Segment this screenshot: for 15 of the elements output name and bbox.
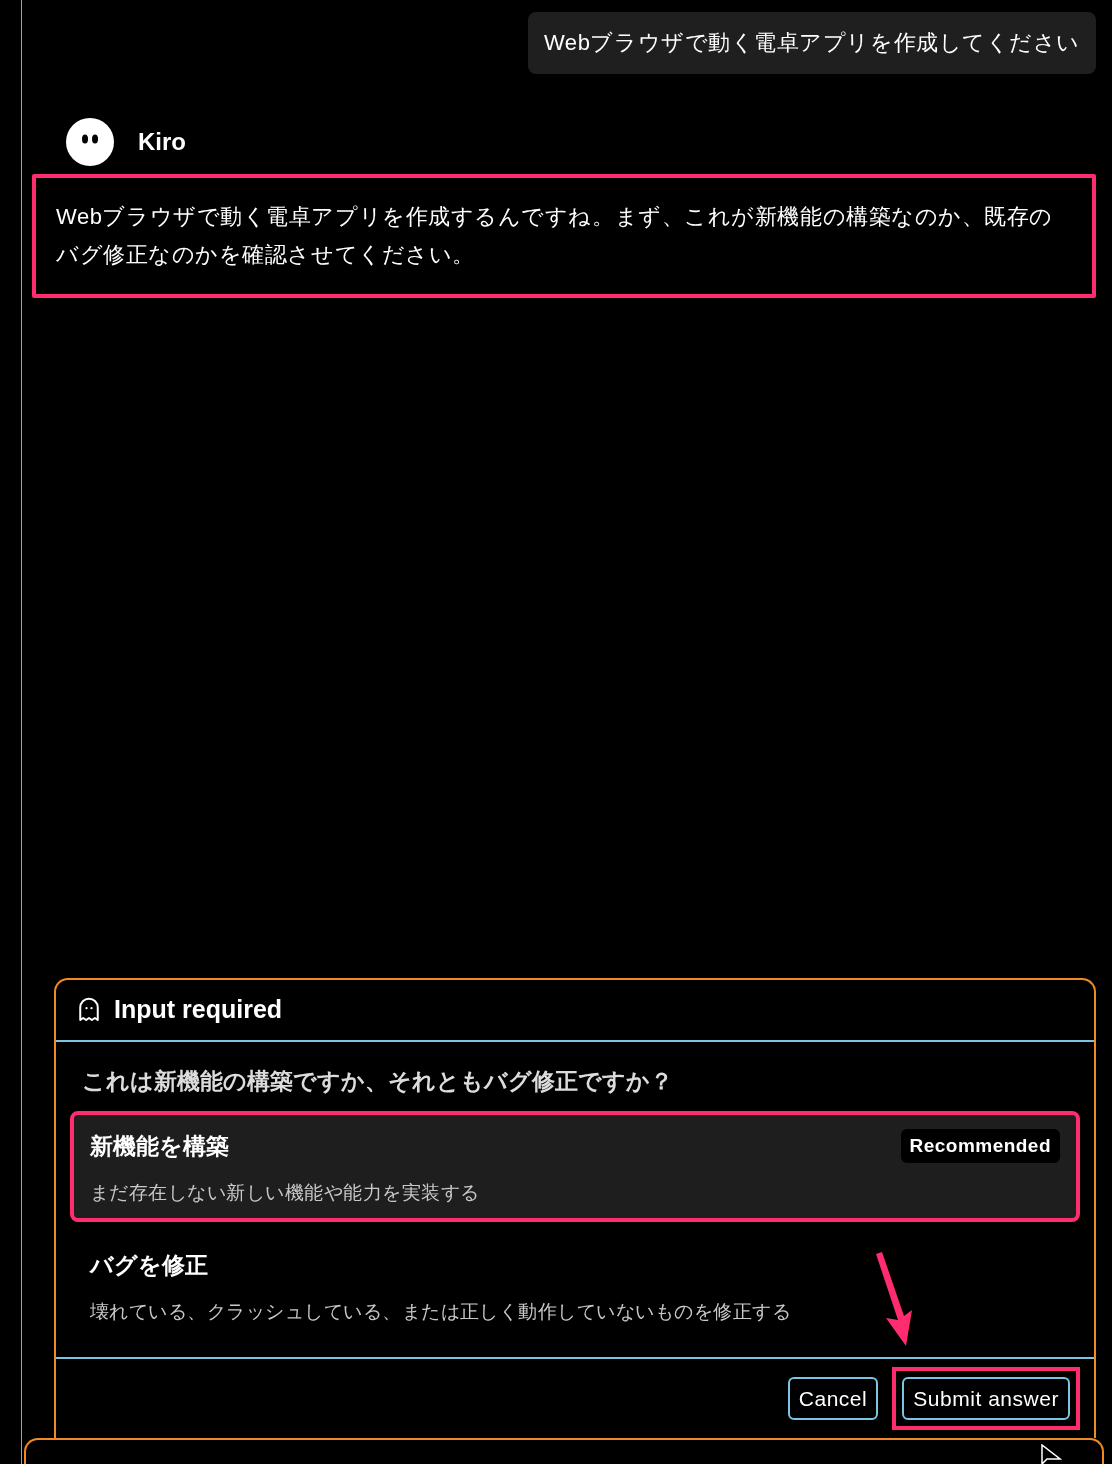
cancel-button[interactable]: Cancel	[787, 1376, 879, 1420]
option-description: 壊れている、クラッシュしている、または正しく動作していないものを修正する	[90, 1300, 793, 1324]
submit-button[interactable]: Submit answer	[902, 1376, 1070, 1420]
user-message: Webブラウザで動く電卓アプリを作成してください	[527, 12, 1096, 74]
option-description: まだ存在しない新しい機能や能力を実装する	[90, 1181, 481, 1205]
option-title: バグを修正	[90, 1250, 208, 1280]
chat-input-field[interactable]	[24, 1438, 1104, 1464]
agent-message: Webブラウザで動く電卓アプリを作成するんですね。まず、これが新機能の構築なのか、既存のバグ修正なのかを確認させてください。	[32, 174, 1096, 298]
panel-title: Input required	[114, 994, 283, 1026]
recommended-badge: Recommended	[900, 1128, 1060, 1163]
avatar-icon	[66, 118, 114, 166]
option-title: 新機能を構築	[90, 1131, 229, 1161]
answer-option[interactable]: 新機能を構築 Recommended まだ存在しない新しい機能や能力を実装する	[70, 1110, 1080, 1222]
agent-name: Kiro	[138, 127, 186, 157]
question-text: これは新機能の構築ですか、それともバグ修正ですか？	[81, 1067, 674, 1096]
